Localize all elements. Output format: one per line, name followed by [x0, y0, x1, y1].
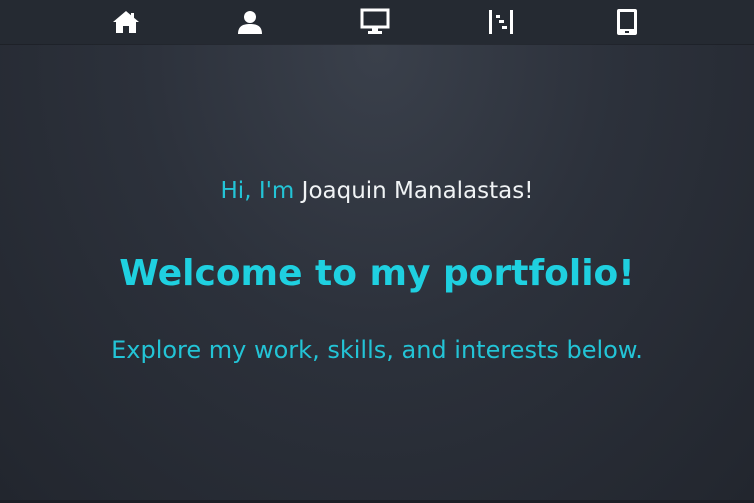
welcome-heading: Welcome to my portfolio! — [119, 253, 635, 294]
greeting-suffix: ! — [524, 178, 534, 204]
owner-name: Joaquin Manalastas — [301, 178, 525, 204]
hero-section: Hi, I'm Joaquin Manalastas! Welcome to m… — [0, 0, 754, 503]
greeting-line: Hi, I'm Joaquin Manalastas! — [0, 174, 754, 208]
portfolio-page: Hi, I'm Joaquin Manalastas! Welcome to m… — [0, 0, 754, 503]
greeting-prefix: Hi, I'm — [220, 178, 302, 204]
explore-subtitle: Explore my work, skills, and interests b… — [111, 336, 643, 364]
